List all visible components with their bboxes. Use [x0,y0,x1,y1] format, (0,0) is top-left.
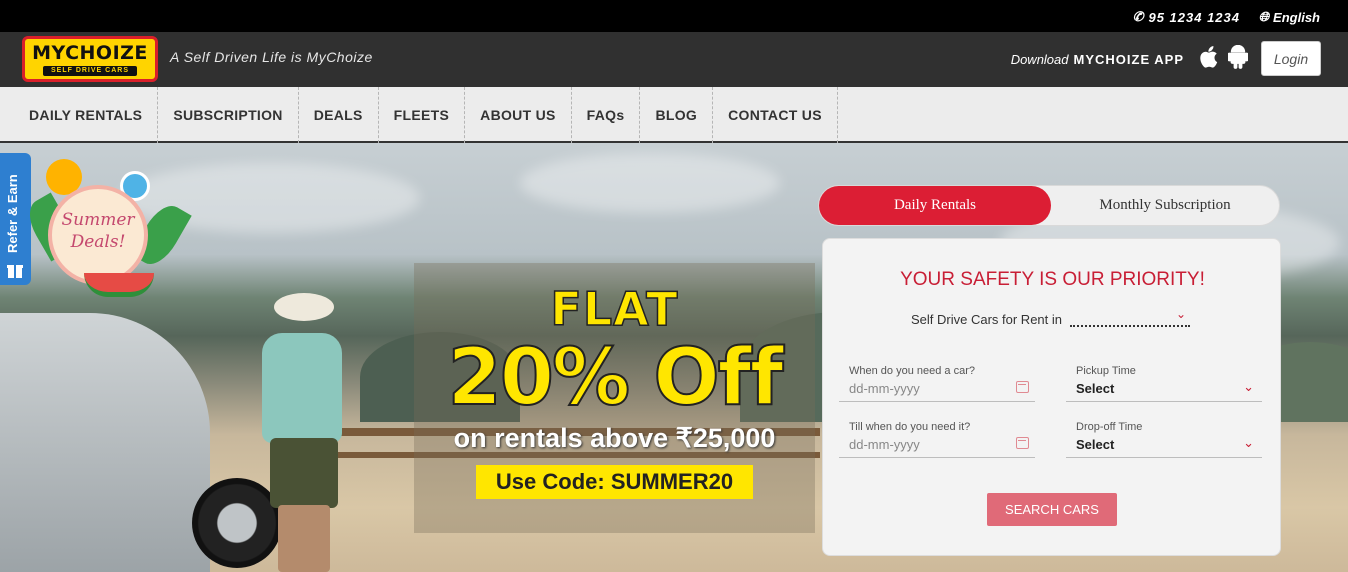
hat [274,293,334,321]
logo-brand: MYCHOIZE [32,42,148,64]
apple-icon[interactable] [1198,45,1218,69]
pickup-date-input[interactable]: dd-mm-yyyy [849,381,920,396]
badge-text: Summer Deals! [61,210,135,252]
drop-date-input[interactable]: dd-mm-yyyy [849,437,920,452]
drop-time-select[interactable]: Select [1076,437,1114,452]
car-image [0,313,210,572]
pickup-time-field[interactable]: Pickup Time Select ⌄ [1066,359,1262,402]
city-select[interactable]: ⌄ [1070,307,1190,327]
nav-about-us[interactable]: ABOUT US [465,87,572,143]
tagline: A Self Driven Life is MyChoize [170,49,373,65]
phone-contact[interactable]: ✆ 95 1234 1234 [1133,9,1240,25]
promo-flat: FLAT [550,282,679,336]
login-button[interactable]: Login [1261,41,1321,76]
main-nav: DAILY RENTALS SUBSCRIPTION DEALS FLEETS … [0,87,1348,143]
phone-icon: ✆ [1132,9,1145,24]
android-icon[interactable] [1228,45,1248,69]
shirt [262,333,342,443]
chevron-down-icon: ⌄ [1243,435,1254,450]
chevron-down-icon: ⌄ [1175,307,1186,321]
city-row: Self Drive Cars for Rent in ⌄ [911,307,1190,327]
language-selector[interactable]: 🌐︎ English [1259,9,1320,25]
booking-tabs: Daily Rentals Monthly Subscription [818,185,1280,226]
drop-time-label: Drop-off Time [1076,421,1143,433]
nav-fleets[interactable]: FLEETS [379,87,466,143]
nav-faqs[interactable]: FAQs [572,87,641,143]
promo-discount: 20% Off [446,333,784,423]
download-app-name: MYCHOIZE APP [1073,52,1184,67]
nav-contact-us[interactable]: CONTACT US [713,87,838,143]
calendar-icon[interactable] [1016,437,1029,449]
promo-box[interactable]: FLAT 20% Off on rentals above ₹25,000 Us… [414,263,815,533]
pickup-time-label: Pickup Time [1076,365,1136,377]
pickup-time-select[interactable]: Select [1076,381,1114,396]
language-label: English [1273,9,1320,25]
nav-deals[interactable]: DEALS [299,87,379,143]
phone-number: 95 1234 1234 [1148,9,1240,25]
nav-daily-rentals[interactable]: DAILY RENTALS [0,87,159,143]
gift-icon [7,265,23,278]
tab-monthly-subscription[interactable]: Monthly Subscription [1051,186,1279,225]
pickup-date-field[interactable]: When do you need a car? dd-mm-yyyy [839,359,1035,402]
nav-subscription[interactable]: SUBSCRIPTION [158,87,299,143]
form-headline: YOUR SAFETY IS OUR PRIORITY! [900,269,1205,290]
globe-icon: 🌐︎ [1258,9,1270,24]
promo-code: Use Code: SUMMER20 [475,465,754,499]
drop-time-field[interactable]: Drop-off Time Select ⌄ [1066,415,1262,458]
promo-condition: on rentals above ₹25,000 [453,423,776,453]
refer-earn-tab[interactable]: Refer & Earn [0,153,31,285]
summer-deals-badge[interactable]: Summer Deals! [21,157,192,297]
booking-form: YOUR SAFETY IS OUR PRIORITY! Self Drive … [822,238,1281,556]
drop-date-label: Till when do you need it? [849,421,971,433]
site-header: MYCHOIZE SELF DRIVE CARS A Self Driven L… [0,32,1348,87]
refer-earn-label: Refer & Earn [5,174,20,253]
download-app-text: Download MYCHOIZE APP [1011,52,1184,67]
legs [278,505,330,572]
search-cars-button[interactable]: SEARCH CARS [987,493,1117,526]
app-store-icons [1198,45,1248,69]
top-bar: ✆ 95 1234 1234 🌐︎ English [0,0,1348,32]
calendar-icon[interactable] [1016,381,1029,393]
pickup-date-label: When do you need a car? [849,365,975,377]
nav-blog[interactable]: BLOG [640,87,714,143]
shorts [270,438,338,508]
watermelon-icon [84,273,154,297]
city-label: Self Drive Cars for Rent in [911,312,1062,327]
cloud [520,153,780,213]
mychoize-logo[interactable]: MYCHOIZE SELF DRIVE CARS [22,36,158,82]
logo-subtitle: SELF DRIVE CARS [43,66,137,76]
drop-date-field[interactable]: Till when do you need it? dd-mm-yyyy [839,415,1035,458]
download-label: Download [1010,52,1069,67]
traveler-figure [248,293,358,572]
chevron-down-icon: ⌄ [1243,379,1254,394]
tab-daily-rentals[interactable]: Daily Rentals [819,186,1051,225]
